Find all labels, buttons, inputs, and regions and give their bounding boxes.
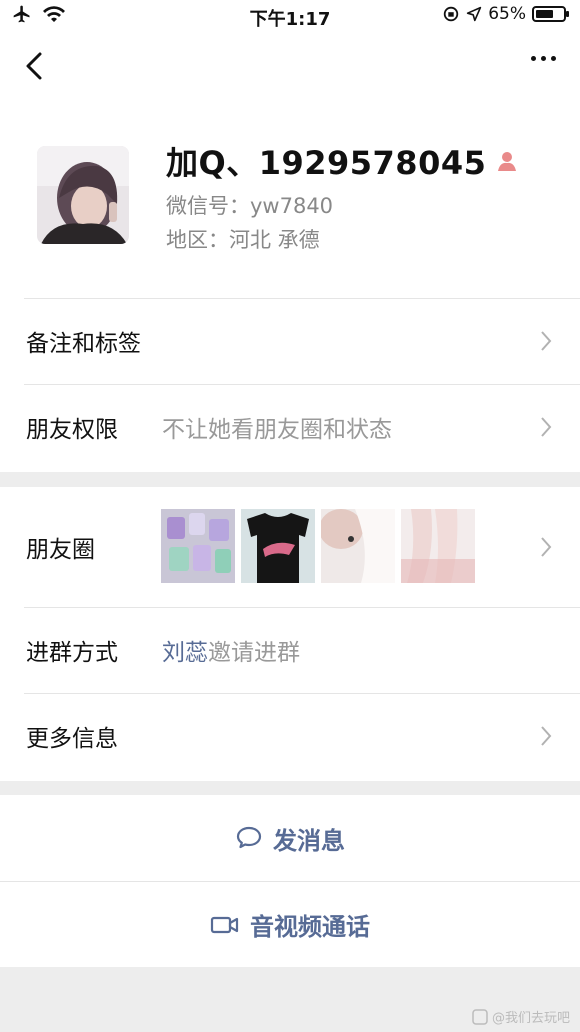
video-call-button[interactable]: 音视频通话 — [0, 881, 580, 967]
weibo-icon — [472, 1008, 488, 1025]
divider — [24, 693, 580, 694]
watermark-text: @我们去玩吧 — [491, 1011, 570, 1026]
chat-bubble-icon — [236, 826, 262, 849]
watermark: @我们去玩吧 — [472, 1007, 570, 1026]
moments-photo — [161, 509, 235, 583]
chevron-right-icon — [541, 537, 552, 557]
region: 地区：河北 承德 — [166, 228, 320, 252]
battery-fill — [536, 10, 553, 18]
join-method-value: 刘蕊邀请进群 — [162, 633, 300, 667]
chevron-right-icon — [541, 726, 552, 746]
join-method-label: 进群方式 — [26, 640, 118, 666]
avatar[interactable] — [37, 146, 129, 244]
female-person-icon — [498, 152, 517, 171]
video-camera-icon — [210, 916, 239, 933]
moments-thumbnails — [161, 509, 475, 583]
profile-header: 加Q、1929578045 微信号：yw7840 地区：河北 承德 — [0, 102, 580, 298]
settings-section: 备注和标签 朋友权限 不让她看朋友圈和状态 — [0, 298, 580, 472]
video-call-label: 音视频通话 — [250, 913, 370, 941]
inviter-link[interactable]: 刘蕊 — [162, 640, 208, 666]
back-icon[interactable] — [20, 48, 50, 84]
more-info-row[interactable]: 更多信息 — [0, 693, 580, 779]
status-right: 65% — [442, 4, 569, 24]
divider — [24, 384, 580, 385]
privacy-value: 不让她看朋友圈和状态 — [162, 417, 392, 443]
location-icon — [467, 6, 482, 22]
divider — [24, 298, 580, 299]
moments-photo — [321, 509, 395, 583]
name-row: 加Q、1929578045 — [166, 138, 518, 184]
moments-photo — [401, 509, 475, 583]
remark-row[interactable]: 备注和标签 — [0, 298, 580, 384]
remark-label: 备注和标签 — [26, 331, 141, 357]
status-bar: 下午1:17 65% — [0, 0, 580, 32]
more-info-label: 更多信息 — [26, 726, 118, 752]
join-method-suffix: 邀请进群 — [208, 640, 300, 666]
moments-label: 朋友圈 — [26, 537, 95, 563]
privacy-row[interactable]: 朋友权限 不让她看朋友圈和状态 — [0, 384, 580, 470]
battery-percent: 65% — [488, 4, 526, 24]
wechat-id: 微信号：yw7840 — [166, 194, 334, 218]
moments-photo — [241, 509, 315, 583]
chevron-right-icon — [541, 417, 552, 437]
send-message-label: 发消息 — [273, 826, 345, 855]
divider — [24, 607, 580, 608]
battery-icon — [532, 6, 569, 22]
chevron-right-icon — [541, 331, 552, 351]
send-message-button[interactable]: 发消息 — [0, 795, 580, 881]
info-section: 朋友圈 进群方式 刘蕊邀请进群 更多信息 — [0, 487, 580, 781]
join-method-row: 进群方式 刘蕊邀请进群 — [0, 607, 580, 693]
orientation-lock-icon — [444, 6, 459, 22]
moments-row[interactable]: 朋友圈 — [0, 487, 580, 607]
contact-name: 加Q、1929578045 — [166, 144, 487, 182]
privacy-label: 朋友权限 — [26, 417, 118, 443]
nav-bar — [0, 32, 580, 102]
more-options-icon[interactable] — [531, 56, 556, 61]
